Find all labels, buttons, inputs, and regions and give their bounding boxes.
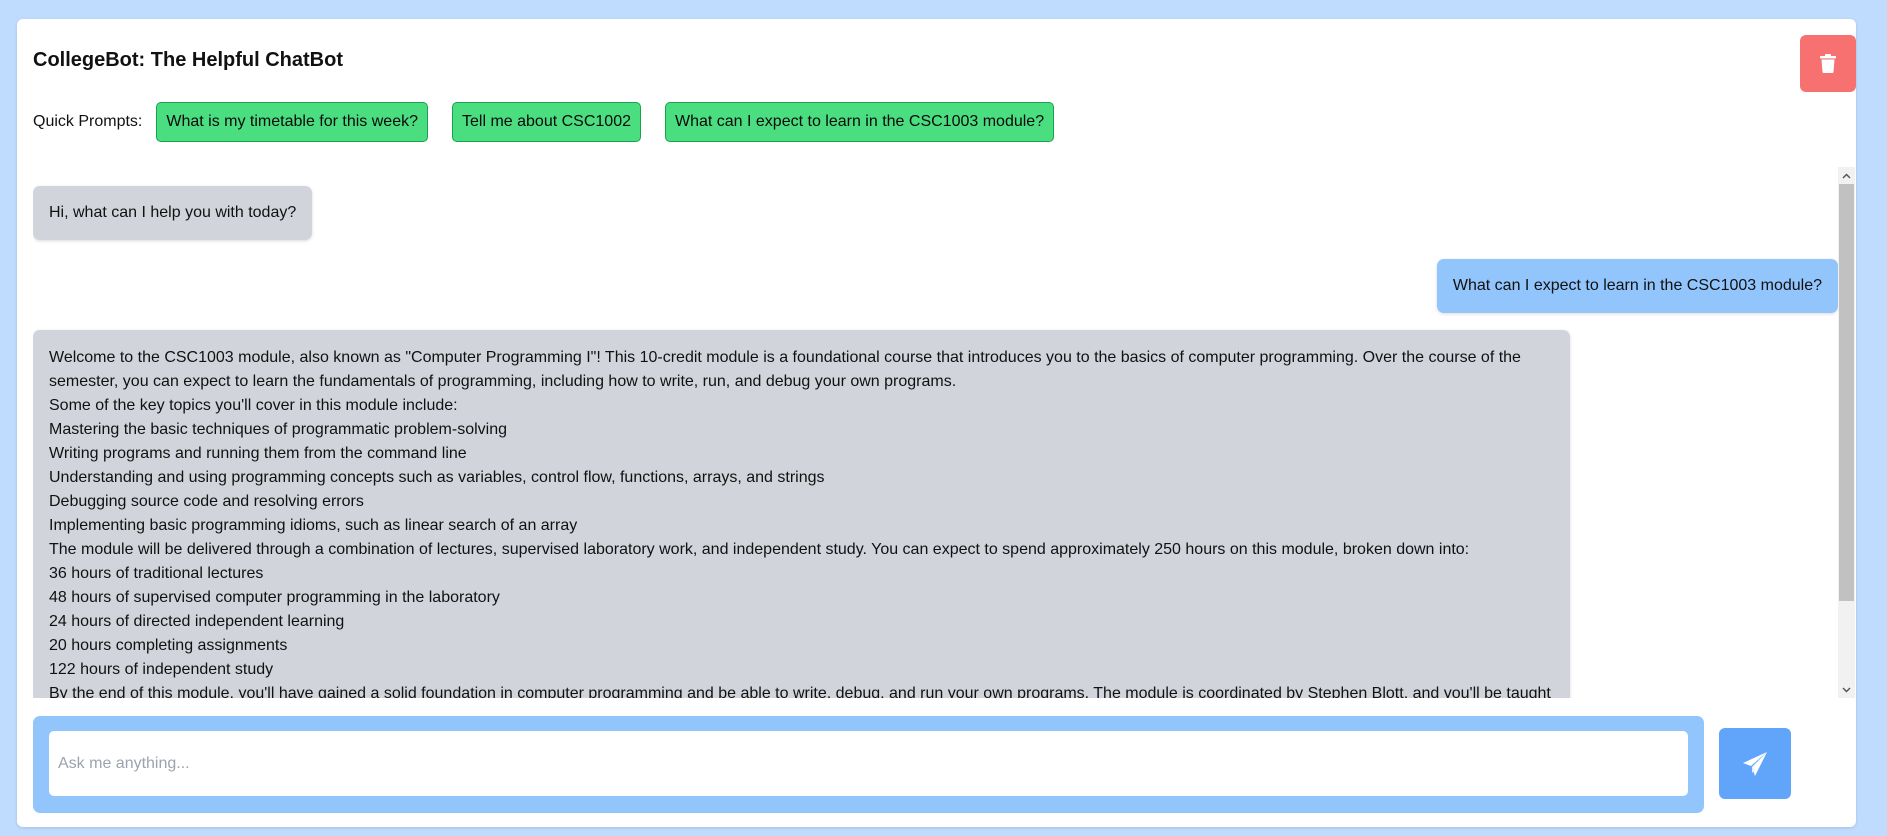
send-button[interactable] [1719, 728, 1791, 799]
message-text: Hi, what can I help you with today? [49, 204, 297, 221]
quick-prompt-timetable[interactable]: What is my timetable for this week? [156, 102, 428, 142]
quick-prompt-csc1003[interactable]: What can I expect to learn in the CSC100… [664, 102, 1055, 142]
message-input[interactable] [49, 731, 1688, 796]
page-title: CollegeBot: The Helpful ChatBot [33, 49, 343, 71]
quick-prompt-csc1002[interactable]: Tell me about CSC1002 [452, 102, 641, 142]
chevron-down-icon [1842, 687, 1851, 692]
message-line: Welcome to the CSC1003 module, also know… [49, 349, 1521, 390]
trash-icon [1820, 54, 1836, 73]
paper-plane-icon [1743, 751, 1767, 776]
scrollbar-thumb[interactable] [1839, 184, 1854, 601]
message-line: 20 hours completing assignments [49, 637, 288, 654]
message-list: Hi, what can I help you with today? What… [33, 167, 1838, 698]
message-line: Some of the key topics you'll cover in t… [49, 397, 458, 414]
message-line: Understanding and using programming conc… [49, 469, 825, 486]
clear-chat-button[interactable] [1800, 35, 1856, 92]
bot-message: Welcome to the CSC1003 module, also know… [33, 330, 1570, 698]
message-line: Debugging source code and resolving erro… [49, 493, 364, 510]
chevron-up-icon [1842, 173, 1851, 178]
message-line: Implementing basic programming idioms, s… [49, 517, 578, 534]
user-message: What can I expect to learn in the CSC100… [1436, 259, 1838, 313]
message-line: Mastering the basic techniques of progra… [49, 421, 507, 438]
message-scrollbar[interactable] [1838, 167, 1855, 698]
bot-message: Hi, what can I help you with today? [33, 186, 313, 240]
message-line: 36 hours of traditional lectures [49, 565, 264, 582]
message-line: Writing programs and running them from t… [49, 445, 467, 462]
quick-prompts-label: Quick Prompts: [33, 113, 143, 130]
composer [33, 716, 1704, 813]
scroll-down-button[interactable] [1838, 681, 1855, 698]
message-text: What can I expect to learn in the CSC100… [1452, 277, 1822, 294]
chat-window: CollegeBot: The Helpful ChatBot Quick Pr… [17, 19, 1856, 827]
message-line: 24 hours of directed independent learnin… [49, 613, 345, 630]
message-line: The module will be delivered through a c… [49, 541, 1470, 558]
message-line: By the end of this module, you'll have g… [49, 685, 1551, 698]
message-line: 122 hours of independent study [49, 661, 274, 678]
message-line: 48 hours of supervised computer programm… [49, 589, 500, 606]
scroll-up-button[interactable] [1838, 167, 1855, 184]
quick-prompts-bar: Quick Prompts: What is my timetable for … [33, 101, 1078, 143]
